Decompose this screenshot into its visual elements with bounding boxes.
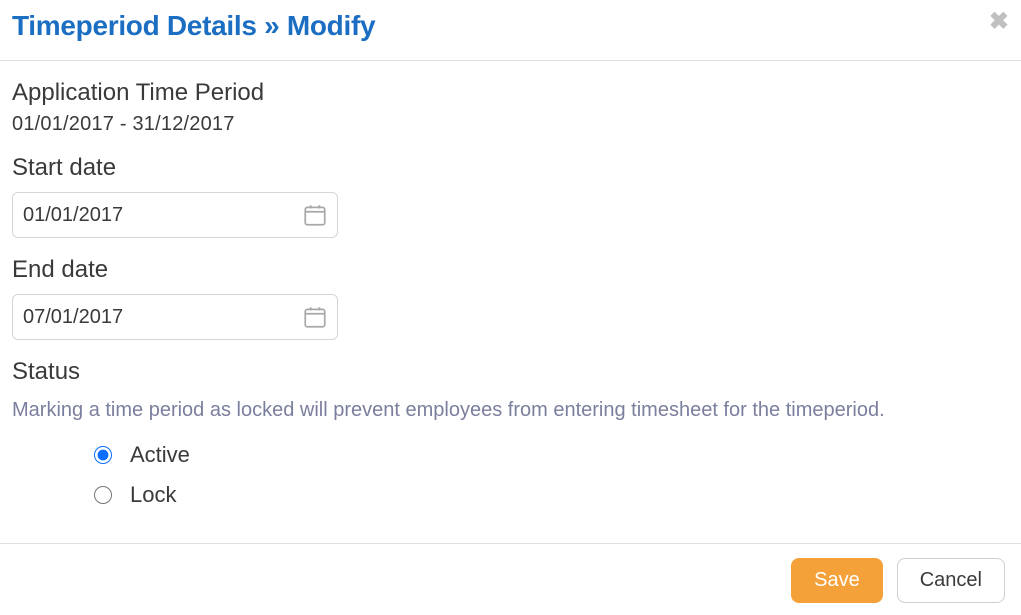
start-date-label: Start date bbox=[12, 154, 1009, 182]
modal-body: Application Time Period 01/01/2017 - 31/… bbox=[0, 61, 1021, 542]
status-radio-group: Active Lock bbox=[12, 442, 1009, 508]
status-label: Status bbox=[12, 358, 1009, 386]
start-date-field bbox=[12, 192, 338, 238]
status-option-lock[interactable]: Lock bbox=[94, 482, 1009, 508]
status-radio-lock[interactable] bbox=[94, 486, 112, 504]
status-help-text: Marking a time period as locked will pre… bbox=[12, 396, 1009, 424]
end-date-field bbox=[12, 294, 338, 340]
status-radio-active-label: Active bbox=[130, 442, 190, 468]
application-period-range: 01/01/2017 - 31/12/2017 bbox=[12, 113, 1009, 136]
save-button[interactable]: Save bbox=[791, 558, 883, 603]
close-button[interactable]: ✖ bbox=[989, 10, 1009, 34]
status-option-active[interactable]: Active bbox=[94, 442, 1009, 468]
modal-header: Timeperiod Details » Modify ✖ bbox=[0, 0, 1021, 61]
close-icon: ✖ bbox=[989, 8, 1009, 35]
status-radio-active[interactable] bbox=[94, 446, 112, 464]
cancel-button[interactable]: Cancel bbox=[897, 558, 1005, 603]
application-period-label: Application Time Period bbox=[12, 79, 1009, 107]
end-date-label: End date bbox=[12, 256, 1009, 284]
modal-title: Timeperiod Details » Modify bbox=[12, 10, 375, 42]
start-date-input[interactable] bbox=[12, 192, 338, 238]
modal-footer: Save Cancel bbox=[0, 543, 1021, 615]
status-radio-lock-label: Lock bbox=[130, 482, 176, 508]
end-date-input[interactable] bbox=[12, 294, 338, 340]
modal-timeperiod-modify: Timeperiod Details » Modify ✖ Applicatio… bbox=[0, 0, 1021, 615]
